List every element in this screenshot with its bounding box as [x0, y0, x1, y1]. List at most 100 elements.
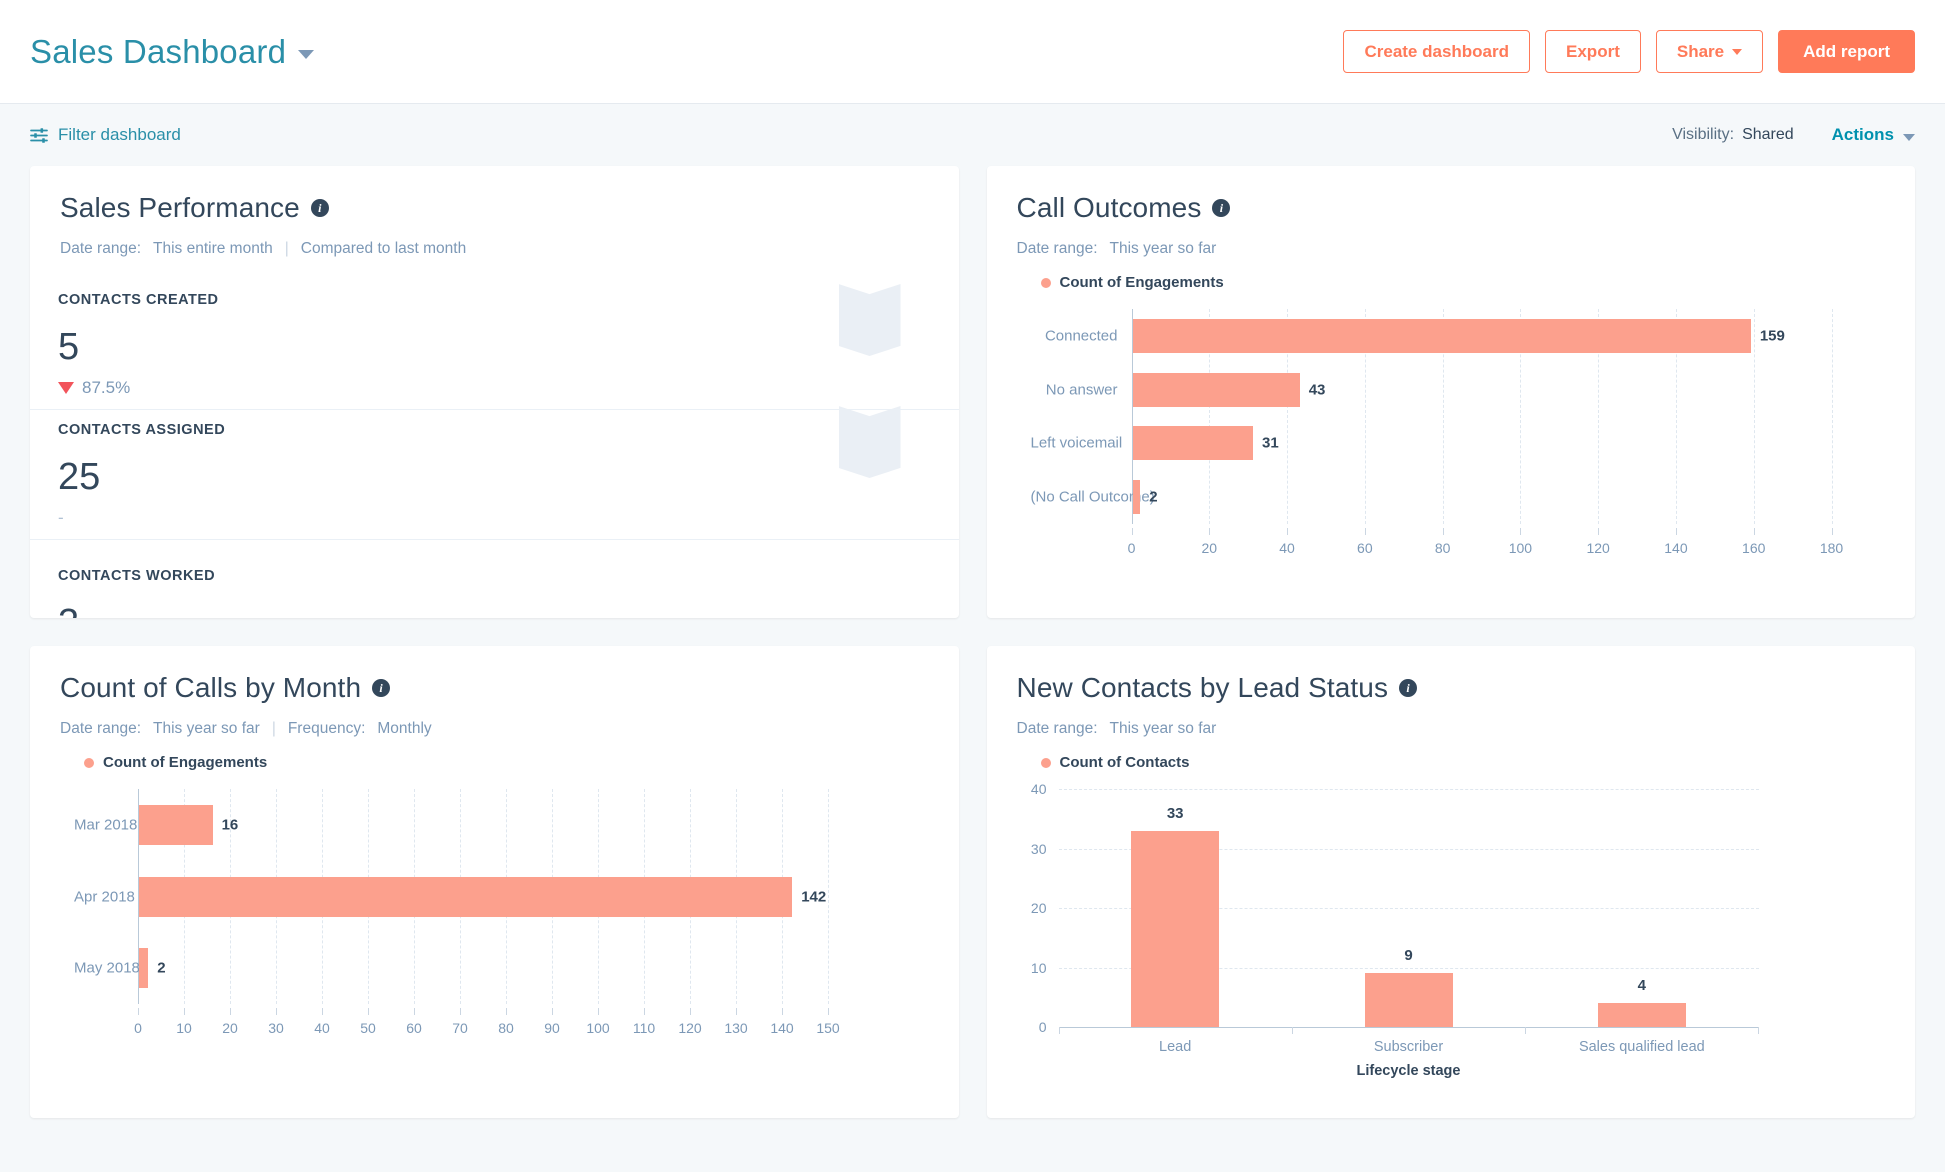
actions-menu-label: Actions	[1831, 125, 1894, 144]
comparison-label: Compared to last month	[300, 240, 467, 257]
card-call-outcomes: Call Outcomes i Date range: This year so…	[986, 166, 1915, 618]
meta-separator: |	[284, 240, 289, 257]
gridline	[828, 789, 829, 1004]
x-tick-label: 40	[314, 1020, 330, 1036]
x-tick-mark	[1520, 528, 1522, 535]
x-tick-mark	[138, 1008, 139, 1015]
date-range-value: This year so far	[1109, 240, 1217, 257]
x-tick-mark	[1287, 528, 1289, 535]
filter-sliders-icon	[30, 127, 48, 143]
x-tick-label: 0	[1127, 540, 1136, 556]
chevron-down-icon[interactable]	[298, 50, 315, 59]
legend-color-dot	[84, 757, 94, 768]
x-tick-label: 60	[406, 1020, 422, 1036]
share-button[interactable]: Share	[1655, 30, 1764, 73]
category-label: Subscriber	[1373, 1039, 1444, 1055]
x-tick-label: 10	[176, 1020, 192, 1036]
category-label: Lead	[1159, 1039, 1192, 1055]
category-label: Left voicemail	[1030, 434, 1123, 452]
card-meta: Date range: This entire month | Compared…	[60, 240, 929, 258]
chart-legend[interactable]: Count of Engagements	[1040, 274, 1886, 291]
y-tick-label: 0	[1038, 1019, 1047, 1035]
info-icon[interactable]: i	[310, 199, 329, 217]
info-icon[interactable]: i	[372, 679, 391, 697]
bar[interactable]	[1132, 372, 1300, 407]
x-tick-mark	[1525, 1027, 1527, 1034]
actions-menu-button[interactable]: Actions	[1832, 125, 1915, 145]
x-tick-label: 150	[816, 1020, 840, 1036]
card-meta: Date range: This year so far	[1017, 240, 1886, 258]
x-tick-label: 70	[452, 1020, 468, 1036]
bar-value-label: 4	[1637, 977, 1646, 995]
bar[interactable]	[1132, 426, 1254, 461]
create-dashboard-button[interactable]: Create dashboard	[1343, 30, 1531, 73]
x-tick-label: 90	[544, 1020, 560, 1036]
x-tick-mark	[322, 1008, 323, 1015]
x-tick-mark	[230, 1008, 231, 1015]
chart-contacts-by-lead-status[interactable]: 0 10 20 30 40 33 Lead 9 Subscriber 4 Sales qualifi…	[1017, 781, 1886, 1079]
bar[interactable]	[139, 876, 793, 917]
kpi-contacts-created: CONTACTS CREATED 5 87.5%	[30, 280, 959, 410]
chart-call-outcomes[interactable]: Connected 159 No answer 43 Left voicemail 31 (…	[1017, 309, 1886, 560]
kpi-label: CONTACTS ASSIGNED	[58, 421, 226, 438]
frequency-value: Monthly	[377, 720, 432, 737]
visibility-status: Visibility: Shared	[1672, 126, 1794, 144]
category-label: No answer	[1045, 381, 1118, 399]
filter-dashboard-label: Filter dashboard	[58, 125, 181, 144]
category-label: (No Call Outcome)	[1030, 488, 1155, 506]
x-tick-mark	[1831, 528, 1833, 535]
legend-label: Count of Contacts	[1059, 754, 1190, 771]
bar[interactable]	[1132, 480, 1141, 515]
x-tick-mark	[368, 1008, 369, 1015]
x-tick-mark	[1131, 528, 1133, 535]
share-button-label: Share	[1676, 41, 1725, 61]
x-tick-mark	[1058, 1027, 1060, 1034]
gridline	[1831, 309, 1833, 524]
y-tick-label: 30	[1030, 840, 1047, 857]
x-tick-label: 40	[1279, 540, 1295, 556]
x-tick-label: 110	[632, 1020, 656, 1036]
chevron-down-icon	[1732, 48, 1743, 55]
plot-area: Connected 159 No answer 43 Left voicemail 31 (…	[1031, 309, 1833, 524]
dashboard-selector[interactable]: Sales Dashboard	[30, 33, 315, 71]
kpi-contacts-worked: CONTACTS WORKED 3	[30, 540, 959, 618]
legend-color-dot	[1040, 277, 1051, 288]
bar[interactable]	[1132, 318, 1751, 353]
x-tick-label: 0	[134, 1020, 142, 1036]
x-tick-label: 30	[268, 1020, 284, 1036]
category-label: Connected	[1044, 327, 1118, 345]
filter-dashboard-button[interactable]: Filter dashboard	[30, 125, 181, 145]
date-range-value: This year so far	[1109, 720, 1217, 737]
card-title-text: Sales Performance	[60, 192, 300, 223]
bar[interactable]	[139, 804, 213, 845]
dashboard-grid: Sales Performance i Date range: This ent…	[0, 166, 1945, 1118]
card-title: Call Outcomes i	[1017, 192, 1886, 224]
info-icon[interactable]: i	[1212, 199, 1231, 217]
category-label: Mar 2018	[74, 816, 138, 834]
bar[interactable]	[1131, 830, 1220, 1027]
add-report-button[interactable]: Add report	[1778, 30, 1915, 73]
chart-calls-by-month[interactable]: Mar 2018 16 Apr 2018 142 May 2018 2 0 10 20 30 40 5…	[60, 789, 929, 1040]
x-tick-mark	[276, 1008, 277, 1015]
top-bar: Sales Dashboard Create dashboard Export …	[0, 0, 1945, 104]
x-tick-mark	[552, 1008, 553, 1015]
export-button[interactable]: Export	[1545, 30, 1641, 73]
x-tick-label: 20	[1201, 540, 1218, 556]
kpi-value: 3	[58, 604, 959, 618]
bar[interactable]	[1597, 1003, 1686, 1027]
x-tick-mark	[598, 1008, 599, 1015]
x-tick-label: 100	[1508, 540, 1533, 556]
x-tick-mark	[1442, 528, 1444, 535]
card-header: Count of Calls by Month i Date range: Th…	[30, 646, 959, 1040]
y-tick-label: 10	[1030, 959, 1047, 976]
gridline	[1058, 1027, 1759, 1028]
gridline	[1753, 309, 1755, 524]
frequency-label: Frequency:	[287, 720, 366, 737]
chart-legend[interactable]: Count of Contacts	[1040, 754, 1886, 771]
bar[interactable]	[1364, 973, 1453, 1027]
bar[interactable]	[139, 948, 149, 989]
kpi-value: 25	[58, 455, 101, 498]
x-tick-label: 20	[222, 1020, 238, 1036]
chart-legend[interactable]: Count of Engagements	[84, 754, 929, 771]
info-icon[interactable]: i	[1399, 679, 1418, 697]
